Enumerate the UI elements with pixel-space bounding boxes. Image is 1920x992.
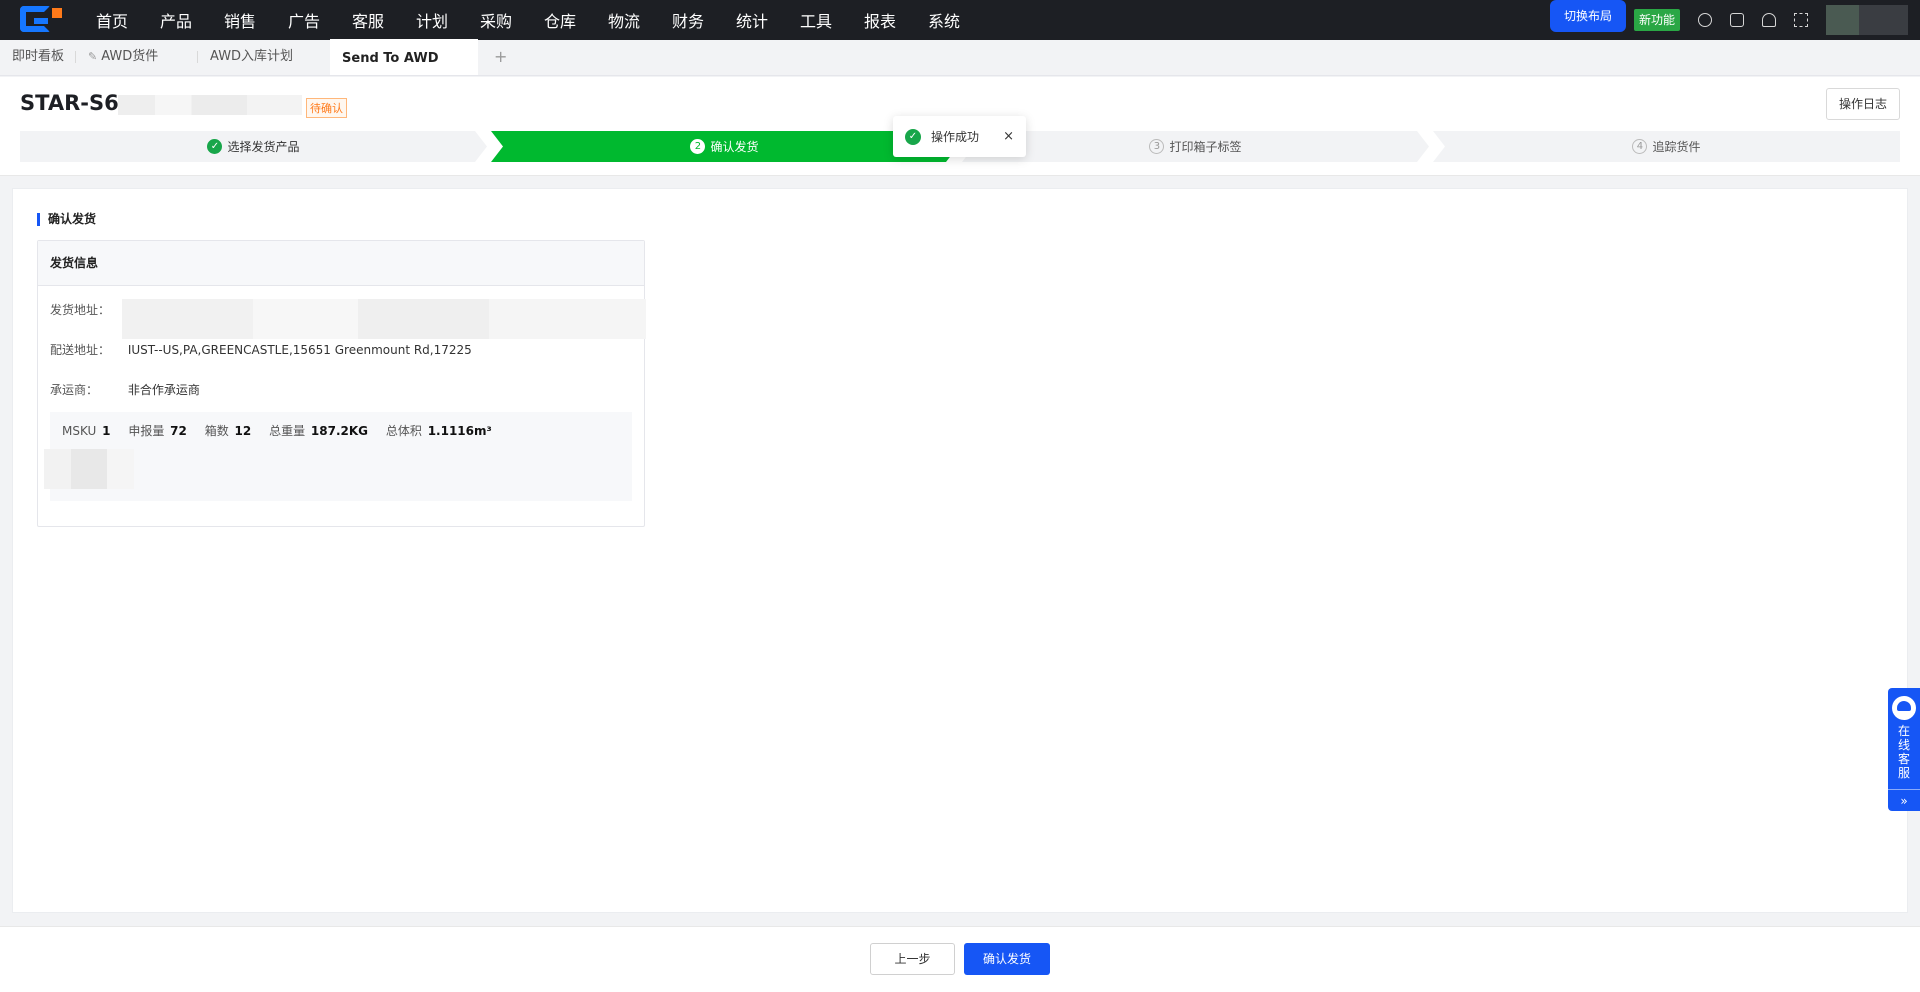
qty-label: 申报量 (128, 424, 165, 438)
operation-log-button[interactable]: 操作日志 (1825, 88, 1900, 120)
section-title: 确认发货 (37, 213, 96, 226)
step-label: 确认发货 (710, 140, 759, 154)
tab-awd-inbound-plan[interactable]: AWD入库计划 (198, 39, 330, 75)
step-print-box-labels[interactable]: 3 打印箱子标签 (962, 131, 1429, 162)
ship-to-row: 配送地址： IUST--US,PA,GREENCASTLE,15651 Gree… (50, 341, 472, 358)
menu-item-logistics[interactable]: 物流 (608, 8, 672, 32)
boxes-value: 12 (234, 424, 252, 438)
logo-g-shape (20, 6, 50, 32)
expand-arrow-icon[interactable]: » (1888, 789, 1920, 811)
menu-item-sales[interactable]: 销售 (224, 8, 288, 32)
add-tab-icon[interactable]: + (478, 39, 523, 75)
service-label: 在线客服 (1897, 724, 1910, 780)
tab-awd-shipments[interactable]: ✎ AWD货件 (76, 39, 199, 75)
menu-item-finance[interactable]: 财务 (672, 8, 736, 32)
success-icon: ✓ (905, 128, 921, 145)
menu-item-home[interactable]: 首页 (96, 8, 160, 32)
ship-from-redacted (122, 299, 646, 339)
menu-item-plan[interactable]: 计划 (416, 8, 480, 32)
step-number: 2 (690, 139, 705, 154)
logo-square (52, 8, 62, 18)
new-feature-badge[interactable]: 新功能 (1633, 9, 1680, 31)
close-icon[interactable]: × (1003, 129, 1014, 144)
step-track-shipment[interactable]: 4 追踪货件 (1433, 131, 1900, 162)
ship-from-label: 发货地址： (50, 303, 111, 317)
main-content: 确认发货 发货信息 发货地址： 配送地址： IUST--US,PA,GREENC… (12, 188, 1908, 913)
check-icon: ✓ (207, 139, 222, 154)
step-confirm-shipment[interactable]: 2 确认发货 (491, 131, 958, 162)
shipment-info-card: 发货信息 发货地址： 配送地址： IUST--US,PA,GREENCASTLE… (37, 240, 646, 527)
step-select-products[interactable]: ✓ 选择发货产品 (20, 131, 487, 162)
brand-logo[interactable] (18, 0, 62, 40)
nav-right-tools: 切换布局 新功能 (1549, 0, 1920, 40)
step-number: 3 (1149, 139, 1164, 154)
fullscreen-icon[interactable] (1794, 13, 1808, 27)
switch-layout-button[interactable]: 切换布局 (1549, 0, 1626, 32)
shipment-summary: MSKU 1 申报量 72 箱数 12 总重量 187.2KG 总体积 1.11… (44, 412, 632, 501)
menu-item-service[interactable]: 客服 (352, 8, 416, 32)
bell-icon[interactable] (1762, 13, 1776, 27)
menu-item-tools[interactable]: 工具 (800, 8, 864, 32)
confirm-shipment-button[interactable]: 确认发货 (964, 943, 1050, 975)
previous-step-button[interactable]: 上一步 (870, 943, 955, 975)
menu-item-warehouse[interactable]: 仓库 (544, 8, 608, 32)
page-title: STAR-S6 (20, 91, 119, 115)
help-icon[interactable] (1698, 13, 1712, 27)
status-badge: 待确认 (306, 98, 347, 118)
ship-from-row: 发货地址： (50, 301, 124, 318)
carrier-value: 非合作承运商 (127, 383, 200, 397)
step-label: 选择发货产品 (227, 140, 300, 154)
tab-dashboard[interactable]: 即时看板 (0, 39, 77, 75)
volume-value: 1.1116m³ (427, 424, 492, 438)
menu-item-purchase[interactable]: 采购 (480, 8, 544, 32)
pin-icon: ✎ (88, 50, 98, 63)
ship-to-value: IUST--US,PA,GREENCASTLE,15651 Greenmount… (127, 343, 472, 357)
toast-message: 操作成功 (931, 130, 980, 144)
online-service-widget[interactable]: 在线客服 » (1888, 688, 1920, 811)
menu-item-ads[interactable]: 广告 (288, 8, 352, 32)
card-title: 发货信息 (38, 241, 644, 286)
msku-label: MSKU (62, 424, 97, 438)
tab-bar: 即时看板 ✎ AWD货件 AWD入库计划 Send To AWD + (0, 39, 1920, 76)
carrier-label: 承运商： (50, 383, 99, 397)
boxes-label: 箱数 (204, 424, 229, 438)
weight-label: 总重量 (269, 424, 306, 438)
tab-send-to-awd[interactable]: Send To AWD (330, 39, 479, 75)
tab-label: AWD货件 (101, 49, 159, 64)
volume-label: 总体积 (385, 424, 422, 438)
task-check-icon[interactable] (1730, 13, 1744, 27)
footer-actions: 上一步 确认发货 (0, 926, 1920, 992)
menu-item-product[interactable]: 产品 (160, 8, 224, 32)
step-number: 4 (1632, 139, 1648, 154)
qty-value: 72 (170, 424, 187, 438)
service-avatar-icon (1892, 696, 1916, 720)
main-menu: 首页 产品 销售 广告 客服 计划 采购 仓库 物流 财务 统计 工具 报表 系… (96, 8, 992, 32)
user-avatar[interactable] (1826, 5, 1908, 35)
weight-value: 187.2KG (310, 424, 369, 438)
step-label: 打印箱子标签 (1169, 140, 1242, 154)
step-label: 追踪货件 (1652, 140, 1701, 154)
menu-item-system[interactable]: 系统 (928, 8, 992, 32)
title-redacted (118, 95, 302, 115)
menu-item-statistics[interactable]: 统计 (736, 8, 800, 32)
top-navbar: 首页 产品 销售 广告 客服 计划 采购 仓库 物流 财务 统计 工具 报表 系… (0, 0, 1920, 40)
summary-line: MSKU 1 申报量 72 箱数 12 总重量 187.2KG 总体积 1.11… (62, 422, 506, 439)
menu-item-reports[interactable]: 报表 (864, 8, 928, 32)
msku-value: 1 (102, 424, 111, 438)
product-image-redacted (44, 449, 134, 489)
carrier-row: 承运商： 非合作承运商 (50, 381, 200, 398)
ship-to-label: 配送地址： (50, 343, 111, 357)
success-toast: ✓ 操作成功 × (893, 116, 1026, 157)
